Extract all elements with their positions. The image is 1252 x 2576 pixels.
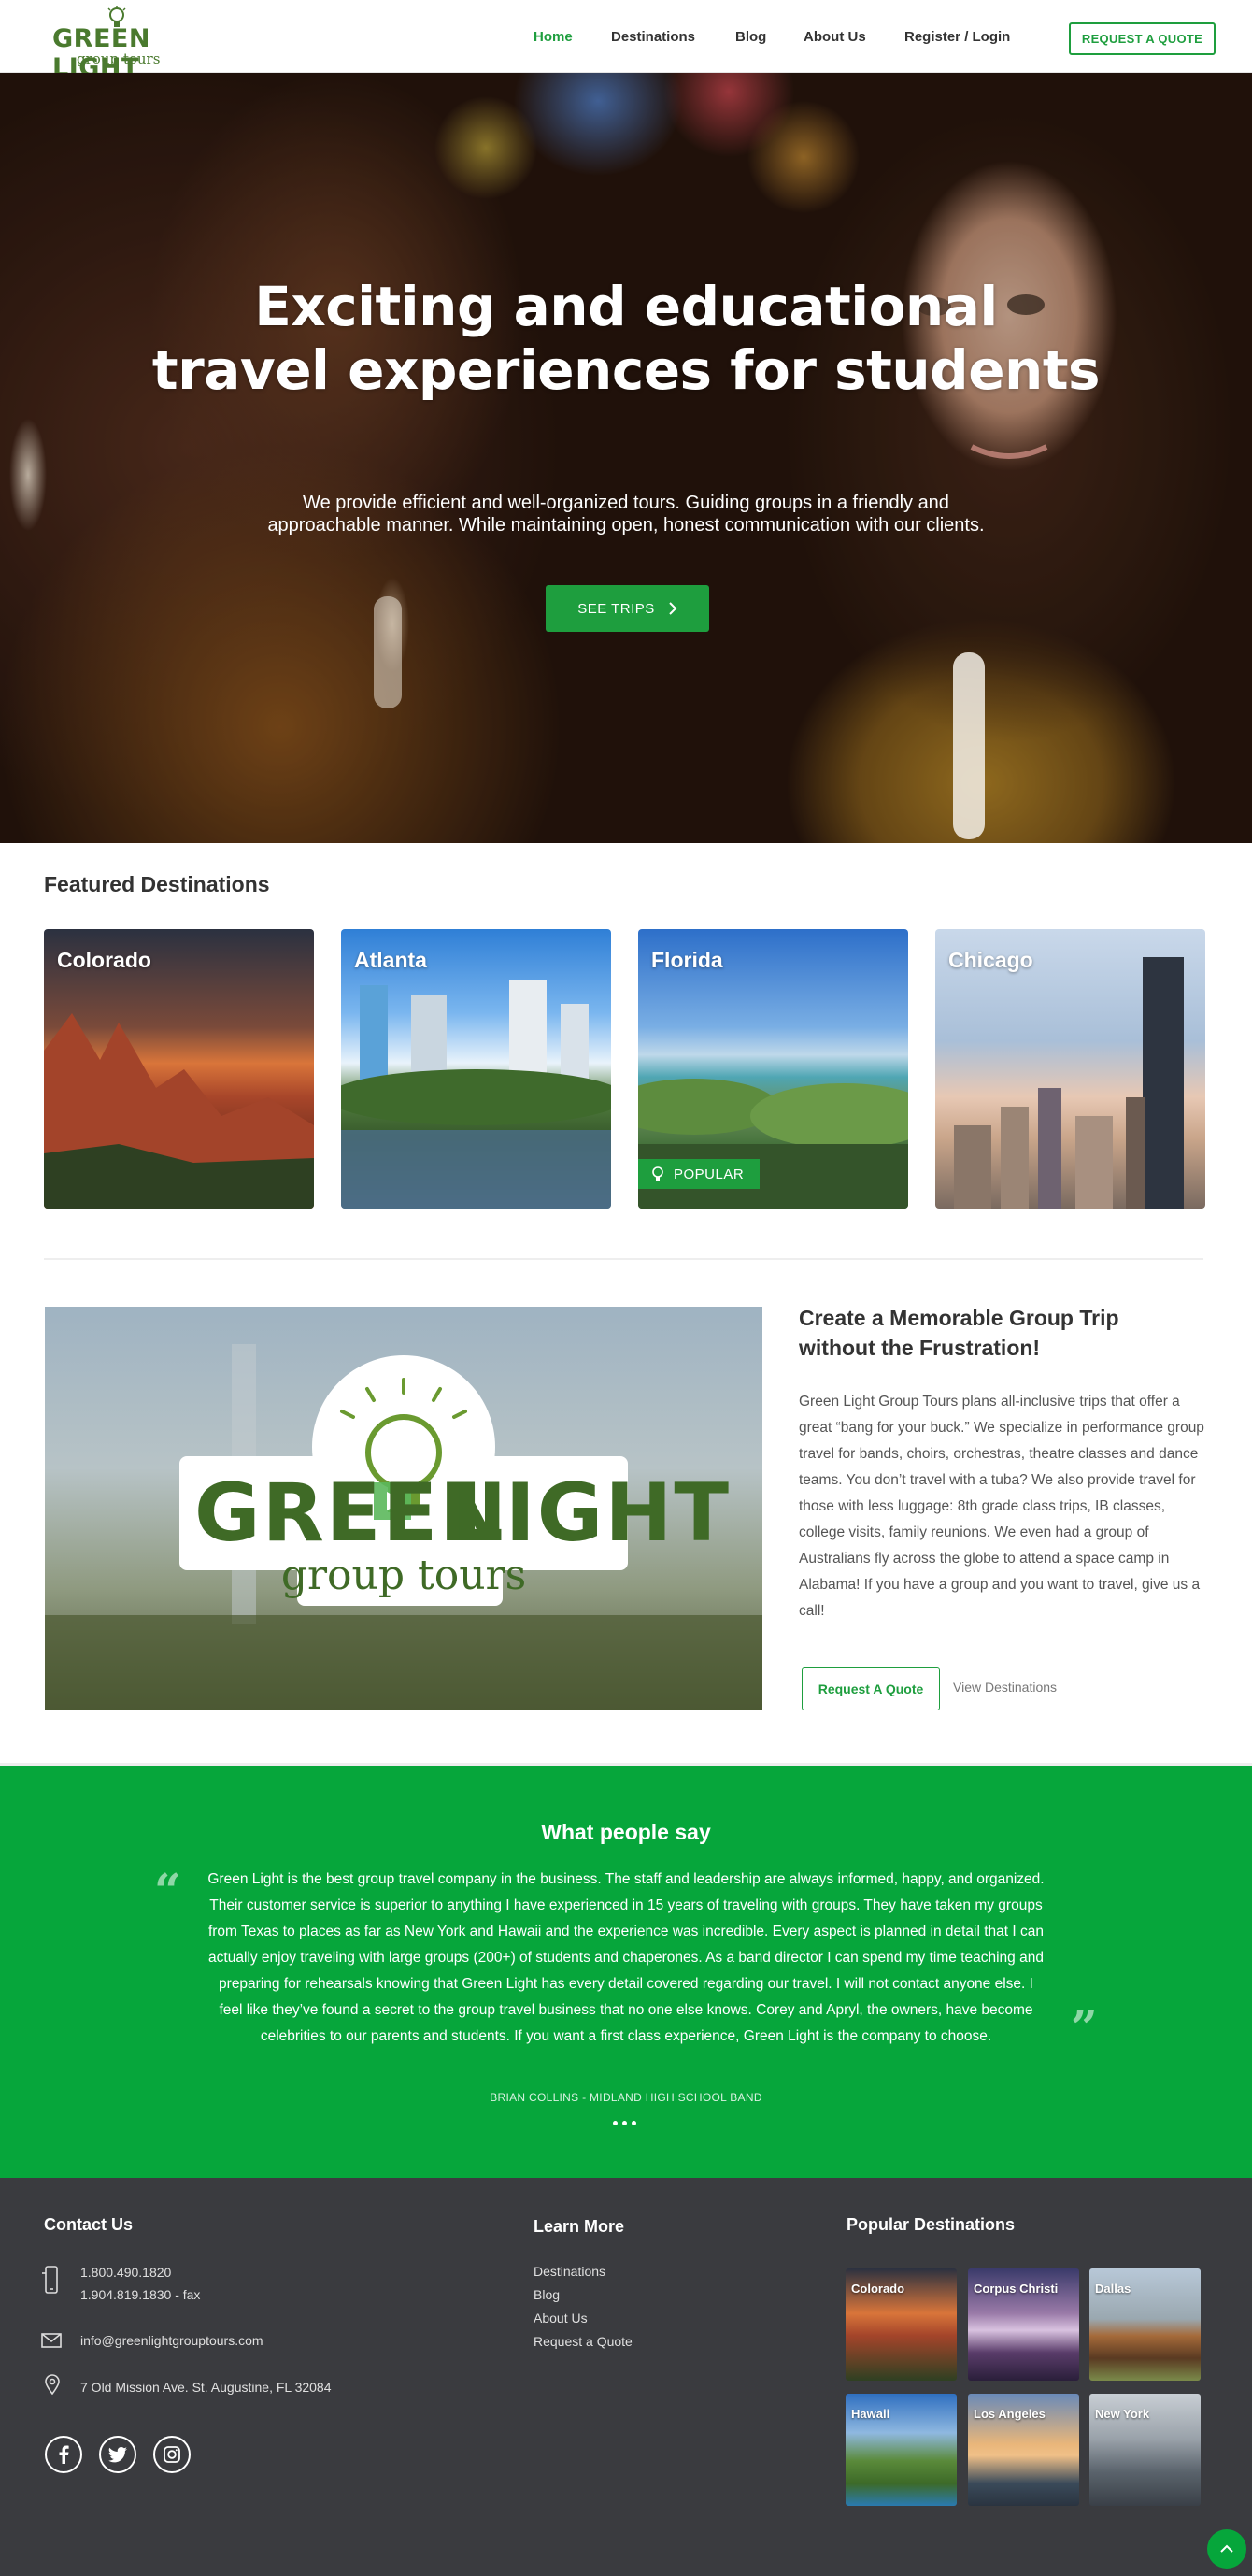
- testimonial-section: What people say “ Green Light is the bes…: [0, 1763, 1252, 2178]
- chevron-right-icon: [669, 602, 677, 615]
- carousel-dot[interactable]: [622, 2121, 627, 2125]
- request-quote-button[interactable]: REQUEST A QUOTE: [1069, 22, 1216, 55]
- about-text: Green Light Group Tours plans all-inclus…: [799, 1394, 1204, 1619]
- see-trips-label: SEE TRIPS: [577, 600, 655, 617]
- logo-tagline: group tours: [77, 50, 161, 67]
- instagram-icon: [164, 2446, 180, 2463]
- nav-destinations[interactable]: Destinations: [611, 29, 695, 45]
- destination-card-colorado[interactable]: Colorado: [44, 929, 314, 1209]
- popular-tile-new-york[interactable]: New York: [1089, 2394, 1201, 2506]
- nav-register-login[interactable]: Register / Login: [904, 29, 1010, 45]
- popular-tile-name: Los Angeles: [974, 2407, 1046, 2421]
- destination-card-chicago[interactable]: Chicago: [935, 929, 1205, 1209]
- phone-icon: [42, 2266, 58, 2294]
- site-header: GREEN LIGHT group tours Home Destination…: [0, 0, 1252, 82]
- testimonial-author: BRIAN COLLINS - MIDLAND HIGH SCHOOL BAND: [490, 2091, 762, 2104]
- map-pin-icon: [45, 2374, 60, 2395]
- see-trips-button[interactable]: SEE TRIPS: [546, 585, 709, 632]
- testimonial-title: What people say: [541, 1820, 711, 1844]
- video-logo-tagline: group tours: [280, 1552, 527, 1599]
- open-quote-icon: “: [154, 1863, 181, 1918]
- hero-photo: [374, 294, 1048, 839]
- destination-name: Colorado: [57, 948, 151, 972]
- section-divider: [44, 1258, 1203, 1260]
- destination-name: Florida: [651, 948, 723, 972]
- carousel-dots[interactable]: [613, 2121, 636, 2125]
- about-title: Create a Memorable Group Trip without th…: [799, 1306, 1119, 1360]
- view-destinations-link[interactable]: View Destinations: [953, 1680, 1057, 1695]
- facebook-button[interactable]: [45, 2436, 82, 2473]
- facebook-icon: [59, 2445, 69, 2464]
- close-quote-icon: ”: [1071, 1999, 1098, 2054]
- popular-badge: POPULAR: [638, 1159, 760, 1189]
- popular-tile-name: Corpus Christi: [974, 2282, 1059, 2296]
- back-to-top-button[interactable]: [1207, 2529, 1246, 2569]
- destination-card-florida[interactable]: Florida POPULAR: [638, 929, 908, 1209]
- destination-name: Atlanta: [354, 948, 427, 972]
- popular-tile-hawaii[interactable]: Hawaii: [846, 2394, 957, 2506]
- popular-label: POPULAR: [674, 1166, 745, 1182]
- instagram-button[interactable]: [153, 2436, 191, 2473]
- footer-link-request-quote[interactable]: Request a Quote: [534, 2334, 633, 2349]
- popular-tile-name: New York: [1095, 2407, 1150, 2421]
- hero-title-line2: travel experiences for students: [151, 338, 1101, 402]
- hero-subtitle: We provide efficient and well-organized …: [0, 492, 1252, 537]
- popular-tile-name: Dallas: [1095, 2282, 1131, 2296]
- envelope-icon: [41, 2333, 62, 2348]
- featured-title: Featured Destinations: [44, 872, 270, 896]
- hero-title-line1: Exciting and educational: [254, 275, 998, 338]
- carousel-dot[interactable]: [632, 2121, 636, 2125]
- hero: Exciting and educational travel experien…: [0, 73, 1252, 843]
- contact-title: Contact Us: [44, 2215, 134, 2234]
- nav-home[interactable]: Home: [534, 29, 573, 45]
- carousel-dot[interactable]: [613, 2121, 618, 2125]
- popular-tile-los-angeles[interactable]: Los Angeles: [968, 2394, 1079, 2506]
- request-quote-outline-button[interactable]: Request A Quote: [802, 1667, 940, 1710]
- nav-about-us[interactable]: About Us: [804, 29, 866, 45]
- popular-tile-corpus-christi[interactable]: Corpus Christi: [968, 2268, 1079, 2381]
- popular-tile-dallas[interactable]: Dallas: [1089, 2268, 1201, 2381]
- popular-tile-name: Colorado: [851, 2282, 905, 2296]
- hero-subtitle-line1: We provide efficient and well-organized …: [303, 493, 949, 513]
- chevron-up-icon: [1220, 2544, 1233, 2553]
- twitter-icon: [108, 2446, 127, 2462]
- footer-link-destinations[interactable]: Destinations: [534, 2264, 605, 2279]
- contact-phone[interactable]: 1.800.490.1820: [80, 2261, 171, 2283]
- popular-destinations-title: Popular Destinations: [847, 2215, 1016, 2234]
- twitter-button[interactable]: [99, 2436, 136, 2473]
- logo[interactable]: GREEN LIGHT group tours: [52, 6, 174, 82]
- hero-subtitle-line2: approachable manner. While maintaining o…: [267, 515, 985, 536]
- learn-more-title: Learn More: [534, 2217, 625, 2236]
- testimonial-quote: Green Light is the best group travel com…: [207, 1871, 1045, 2044]
- video-logo-word-right: LIGHT: [452, 1467, 732, 1560]
- contact-email[interactable]: info@greenlightgrouptours.com: [80, 2329, 263, 2352]
- nav-blog[interactable]: Blog: [735, 29, 766, 45]
- footer-link-blog[interactable]: Blog: [534, 2287, 560, 2302]
- popular-tile-name: Hawaii: [851, 2407, 890, 2421]
- bulb-icon: [652, 1166, 663, 1181]
- video-player[interactable]: GREEN LIGHT group tours: [45, 1307, 762, 1710]
- contact-address: 7 Old Mission Ave. St. Augustine, FL 320…: [80, 2380, 332, 2395]
- hero-title: Exciting and educational travel experien…: [0, 275, 1252, 402]
- destination-card-atlanta[interactable]: Atlanta: [341, 929, 611, 1209]
- footer-link-about-us[interactable]: About Us: [534, 2311, 588, 2326]
- popular-tile-colorado[interactable]: Colorado: [846, 2268, 957, 2381]
- contact-fax: 1.904.819.1830 - fax: [80, 2287, 201, 2302]
- destination-name: Chicago: [948, 948, 1033, 972]
